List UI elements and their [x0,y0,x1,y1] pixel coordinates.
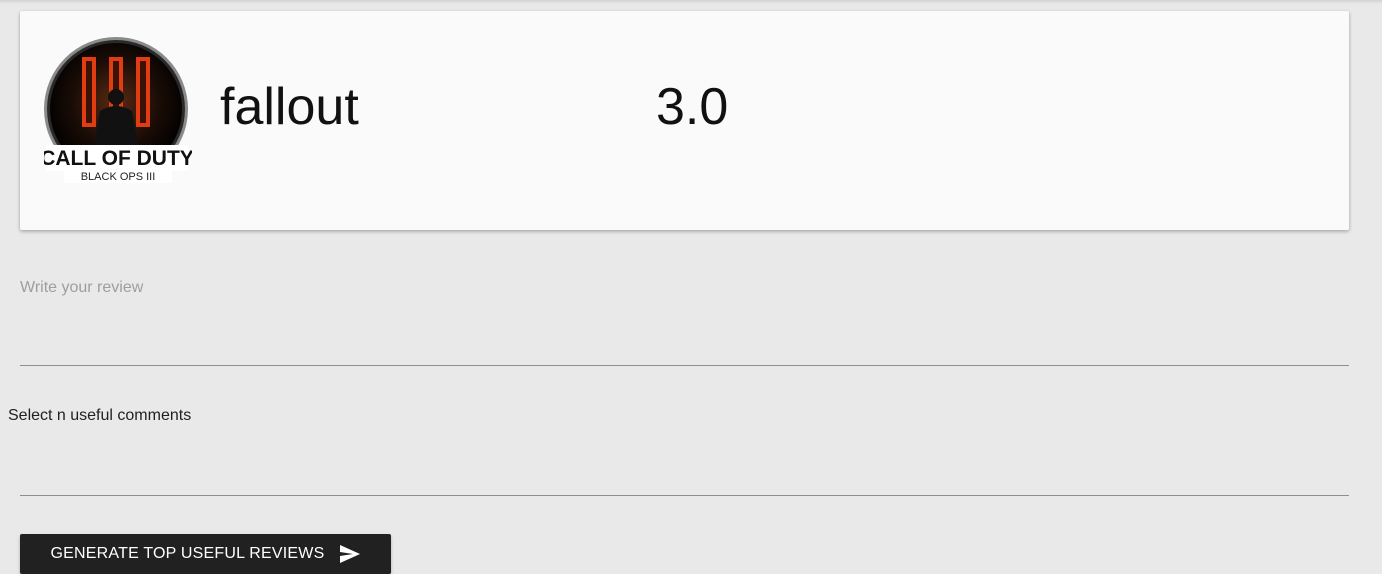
generate-reviews-label: GENERATE TOP USEFUL REVIEWS [50,545,325,562]
review-input[interactable] [20,272,1349,362]
useful-comments-input[interactable] [20,430,1349,494]
logo-line1: CALL OF DUTY [44,147,192,170]
game-title: fallout [220,78,359,136]
useful-comments-label: Select n useful comments [8,407,192,424]
logo-line2: BLACK OPS III [81,171,156,183]
game-logo: CALL OF DUTY BLACK OPS III [44,35,192,185]
game-card: CALL OF DUTY BLACK OPS III fallout 3.0 [20,11,1349,230]
top-shadow-divider [0,0,1382,4]
generate-reviews-button[interactable]: GENERATE TOP USEFUL REVIEWS [20,534,391,574]
send-icon [340,545,361,563]
game-logo-icon: CALL OF DUTY BLACK OPS III [44,37,192,183]
game-rating: 3.0 [656,78,729,136]
review-field [20,272,1349,366]
useful-comments-field [20,430,1349,496]
